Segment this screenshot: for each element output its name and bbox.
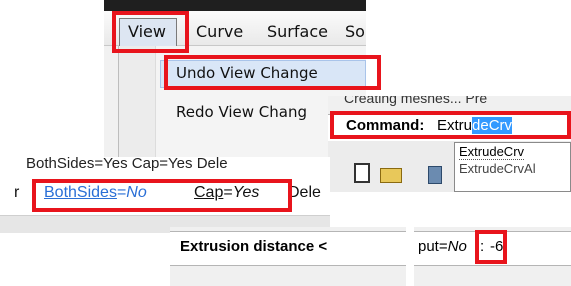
suggestion-item[interactable]: ExtrudeCrv xyxy=(459,145,525,160)
previous-options-line: BothSides=Yes Cap=Yes Dele xyxy=(26,157,228,172)
suggestion-item[interactable]: ExtrudeCrvAl xyxy=(459,162,536,176)
extrusion-panel: Extrusion distance < put=No : -6 xyxy=(170,227,571,286)
extrusion-value-highlight xyxy=(475,230,507,264)
input-value: No xyxy=(447,238,467,255)
option-delete[interactable]: Dele xyxy=(288,184,321,202)
menu-sol[interactable]: Sol xyxy=(345,22,366,41)
bothsides-highlight xyxy=(32,179,292,212)
extrusion-input-option[interactable]: put=No xyxy=(418,238,467,255)
dropdown-gutter xyxy=(119,46,156,158)
input-key: put= xyxy=(418,238,448,255)
menu-item-redo-view-change[interactable]: Redo View Chang xyxy=(176,103,307,121)
history-line: Creating meshes... Pre xyxy=(344,96,488,106)
view-menu-highlight xyxy=(112,11,189,53)
save-icon[interactable] xyxy=(428,166,442,184)
extrusion-label: Extrusion distance < xyxy=(180,238,328,255)
options-left-stub: r xyxy=(14,184,20,201)
menu-surface[interactable]: Surface xyxy=(267,22,328,41)
undo-view-highlight xyxy=(164,55,381,90)
folder-icon[interactable] xyxy=(380,168,402,183)
document-icon[interactable] xyxy=(354,163,370,183)
menu-curve[interactable]: Curve xyxy=(196,22,243,41)
command-highlight xyxy=(330,111,571,139)
cut-gap xyxy=(406,227,414,286)
title-strip xyxy=(104,0,366,11)
